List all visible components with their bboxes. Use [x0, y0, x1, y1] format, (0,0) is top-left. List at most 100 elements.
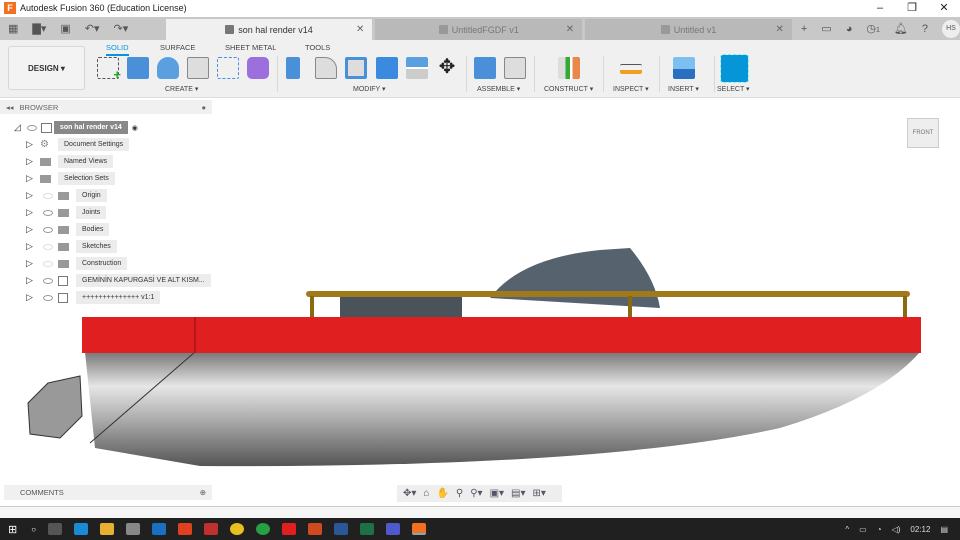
- volume-icon[interactable]: ◁): [892, 525, 901, 534]
- insert-image-icon[interactable]: [673, 57, 695, 79]
- apps-grid-icon[interactable]: ▦: [8, 22, 18, 35]
- insert-menu[interactable]: INSERT ▾: [668, 85, 699, 93]
- tab-son-hal-render[interactable]: son hal render v14 ✕: [165, 19, 373, 40]
- offset-plane-icon[interactable]: [558, 57, 580, 79]
- expand-icon[interactable]: ▷: [26, 207, 33, 218]
- mail-icon[interactable]: [152, 523, 167, 535]
- visibility-eye-icon[interactable]: [43, 243, 53, 250]
- visibility-eye-icon[interactable]: [43, 277, 53, 284]
- pattern-icon[interactable]: [217, 57, 239, 79]
- workspace-switcher[interactable]: DESIGN ▾: [8, 46, 85, 90]
- viewcube[interactable]: FRONT: [907, 118, 939, 148]
- orbit-icon[interactable]: ✥▾: [403, 488, 416, 499]
- job-status-icon[interactable]: ◷1: [866, 22, 880, 35]
- timeline[interactable]: [0, 506, 960, 518]
- new-tab-icon[interactable]: +: [801, 23, 807, 35]
- create-form-icon[interactable]: [247, 57, 269, 79]
- zoom-icon[interactable]: ⚲: [456, 488, 463, 499]
- combine-icon[interactable]: [376, 57, 398, 79]
- word-icon[interactable]: [334, 523, 349, 535]
- inspect-menu[interactable]: INSPECT ▾: [613, 85, 649, 93]
- chat-icon[interactable]: ▭: [821, 22, 831, 35]
- save-icon[interactable]: ▣: [60, 22, 70, 35]
- measure-icon[interactable]: [620, 64, 642, 74]
- create-sketch-icon[interactable]: +: [97, 57, 121, 82]
- look-at-icon[interactable]: ⌂: [423, 488, 429, 499]
- collapse-browser-icon[interactable]: ◂◂: [6, 103, 14, 112]
- browser-item[interactable]: ▷ GEMİNİN KAPURGASİ VE ALT KISM...: [26, 274, 211, 287]
- browser-item[interactable]: ▷ Construction: [26, 257, 128, 270]
- split-body-icon[interactable]: [406, 57, 428, 79]
- tab-untitled[interactable]: Untitled v1 ✕: [585, 19, 792, 40]
- 3d-viewport[interactable]: [0, 98, 960, 510]
- redo-icon[interactable]: ↷▾: [114, 22, 129, 35]
- restore-button[interactable]: ❐: [896, 0, 928, 16]
- edge-icon[interactable]: [74, 523, 89, 535]
- store-icon[interactable]: [126, 523, 141, 535]
- activate-icon[interactable]: ◉: [132, 124, 138, 132]
- close-button[interactable]: ✕: [928, 0, 960, 16]
- pan-icon[interactable]: ✋: [436, 488, 448, 499]
- shell-icon[interactable]: [345, 57, 367, 79]
- notifications-icon[interactable]: 🔔︎: [894, 22, 908, 35]
- comments-panel[interactable]: COMMENTS ⊕: [4, 485, 212, 500]
- task-view-icon[interactable]: [48, 523, 63, 535]
- browser-item[interactable]: ▷ Joints: [26, 206, 107, 219]
- minimize-button[interactable]: –: [864, 0, 896, 16]
- expand-icon[interactable]: ▷: [26, 190, 33, 201]
- hole-icon[interactable]: [187, 57, 209, 79]
- fusion-taskbar-icon[interactable]: [412, 523, 427, 535]
- expand-icon[interactable]: ▷: [26, 156, 33, 167]
- move-icon[interactable]: ✥: [436, 57, 458, 79]
- expand-icon[interactable]: ▷: [26, 275, 33, 286]
- avatar[interactable]: HS: [942, 19, 960, 38]
- browser-pin-icon[interactable]: ●: [201, 103, 206, 112]
- close-tab-icon[interactable]: ✕: [356, 24, 364, 35]
- office-icon[interactable]: [178, 523, 193, 535]
- select-icon[interactable]: [720, 54, 749, 83]
- tab-untitledfgdf[interactable]: UntitledFGDF v1 ✕: [375, 19, 583, 40]
- browser-item[interactable]: ▷ ++++++++++++++ v1:1: [26, 291, 161, 304]
- close-tab-icon[interactable]: ✕: [776, 24, 784, 35]
- zoom-window-icon[interactable]: ⚲▾: [470, 488, 482, 499]
- assemble-menu[interactable]: ASSEMBLE ▾: [477, 85, 520, 93]
- construct-menu[interactable]: CONSTRUCT ▾: [544, 85, 593, 93]
- add-comment-icon[interactable]: ⊕: [200, 488, 206, 497]
- tab-surface[interactable]: SURFACE: [160, 43, 195, 52]
- powerpoint-icon[interactable]: [308, 523, 323, 535]
- revolve-icon[interactable]: [157, 57, 179, 79]
- browser-item[interactable]: ▷ Selection Sets: [26, 172, 115, 185]
- viewports-icon[interactable]: ⊞▾: [533, 488, 546, 499]
- action-center-icon[interactable]: ▤: [940, 525, 948, 534]
- select-menu[interactable]: SELECT ▾: [717, 85, 750, 93]
- modify-menu[interactable]: MODIFY ▾: [353, 85, 386, 93]
- tab-solid[interactable]: SOLID: [106, 43, 129, 56]
- file-menu-icon[interactable]: ▇▾: [32, 22, 46, 35]
- new-component-icon[interactable]: [474, 57, 496, 79]
- boat-model[interactable]: [0, 98, 960, 510]
- extensions-icon[interactable]: ◕: [846, 23, 853, 35]
- chrome-icon[interactable]: [230, 523, 245, 535]
- clock[interactable]: 02:12: [910, 525, 930, 534]
- search-icon[interactable]: ○: [31, 525, 36, 534]
- battery-icon[interactable]: ▭: [859, 525, 867, 534]
- tray-chevron-icon[interactable]: ^: [845, 525, 849, 534]
- expand-icon[interactable]: ▷: [26, 224, 33, 235]
- visibility-eye-icon[interactable]: [43, 209, 53, 216]
- tab-sheet-metal[interactable]: SHEET METAL: [225, 43, 276, 52]
- browser-root[interactable]: ◿ son hal render v14 ◉: [14, 121, 138, 134]
- help-icon[interactable]: ?: [922, 23, 928, 35]
- visibility-eye-icon[interactable]: [43, 226, 53, 233]
- expand-icon[interactable]: ▷: [26, 292, 33, 303]
- opera-icon[interactable]: [204, 523, 219, 535]
- joint-icon[interactable]: [504, 57, 526, 79]
- expand-icon[interactable]: ▷: [26, 241, 33, 252]
- teams-icon[interactable]: [386, 523, 401, 535]
- browser-item[interactable]: ▷ Named Views: [26, 155, 114, 168]
- visibility-eye-icon[interactable]: [43, 260, 53, 267]
- tab-tools[interactable]: TOOLS: [305, 43, 330, 52]
- start-icon[interactable]: ⊞: [8, 523, 17, 536]
- browser-item[interactable]: ▷ Bodies: [26, 223, 110, 236]
- press-pull-icon[interactable]: [286, 57, 300, 79]
- browser-item[interactable]: ▷ ⚙ Document Settings: [26, 138, 130, 151]
